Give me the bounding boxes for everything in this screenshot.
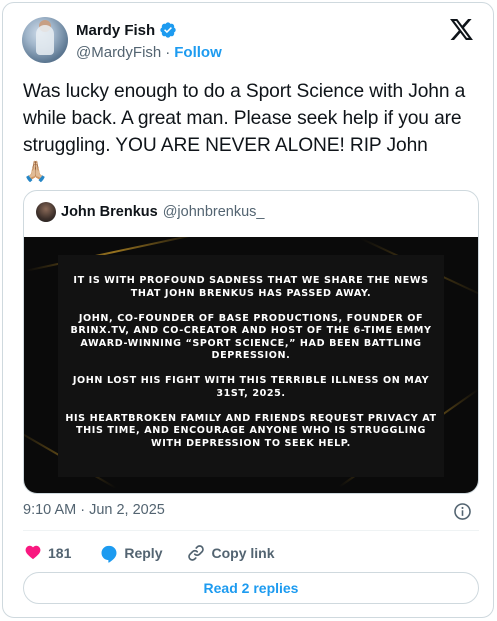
copy-link-label: Copy link xyxy=(211,545,275,561)
author-handle-row: @MardyFish · Follow xyxy=(76,44,222,61)
announcement-paragraph: JOHN LOST HIS FIGHT WITH THIS TERRIBLE I… xyxy=(72,375,430,399)
divider xyxy=(23,530,479,531)
separator-dot: · xyxy=(165,44,171,61)
author-avatar[interactable] xyxy=(22,17,68,63)
action-bar: 181 Reply Copy link xyxy=(23,541,275,565)
praying-hands-emoji: 🙏🏼 xyxy=(23,161,48,183)
heart-icon xyxy=(25,545,41,560)
verified-badge-icon xyxy=(160,22,176,38)
timestamp[interactable]: 9:10 AM · Jun 2, 2025 xyxy=(23,502,165,518)
x-logo-icon[interactable] xyxy=(450,19,473,40)
tweet-text: Was lucky enough to do a Sport Science w… xyxy=(23,78,483,186)
quoted-tweet[interactable]: John Brenkus @johnbrenkus_ IT IS WITH PR… xyxy=(23,190,479,494)
quote-author-avatar xyxy=(36,202,56,222)
quote-header: John Brenkus @johnbrenkus_ xyxy=(36,202,264,222)
announcement-paragraph: HIS HEARTBROKEN FAMILY AND FRIENDS REQUE… xyxy=(65,412,437,449)
announcement-paragraph: IT IS WITH PROFOUND SADNESS THAT WE SHAR… xyxy=(73,275,429,299)
author-handle[interactable]: @MardyFish xyxy=(76,44,161,61)
reply-button[interactable]: Reply xyxy=(99,543,162,563)
tweet-card: Mardy Fish @MardyFish · Follow Was lucky… xyxy=(2,2,494,618)
info-icon[interactable] xyxy=(453,502,472,521)
copy-link-button[interactable]: Copy link xyxy=(186,543,275,563)
quote-media-image[interactable]: IT IS WITH PROFOUND SADNESS THAT WE SHAR… xyxy=(24,237,478,493)
reply-label: Reply xyxy=(124,545,163,561)
quote-author-name: John Brenkus xyxy=(61,204,158,220)
link-icon xyxy=(188,545,205,561)
quote-author-handle: @johnbrenkus_ xyxy=(162,204,265,220)
author-name-row: Mardy Fish xyxy=(76,20,177,40)
author-name[interactable]: Mardy Fish xyxy=(76,22,155,39)
tweet-body: Was lucky enough to do a Sport Science w… xyxy=(23,81,466,156)
memorial-announcement: IT IS WITH PROFOUND SADNESS THAT WE SHAR… xyxy=(64,275,438,463)
like-count: 181 xyxy=(48,545,72,561)
read-replies-button[interactable]: Read 2 replies xyxy=(23,572,479,604)
reply-bubble-icon xyxy=(101,545,117,563)
announcement-paragraph: JOHN, CO-FOUNDER OF BASE PRODUCTIONS, FO… xyxy=(70,312,432,362)
like-button[interactable]: 181 xyxy=(23,543,71,563)
follow-button[interactable]: Follow xyxy=(174,44,222,61)
